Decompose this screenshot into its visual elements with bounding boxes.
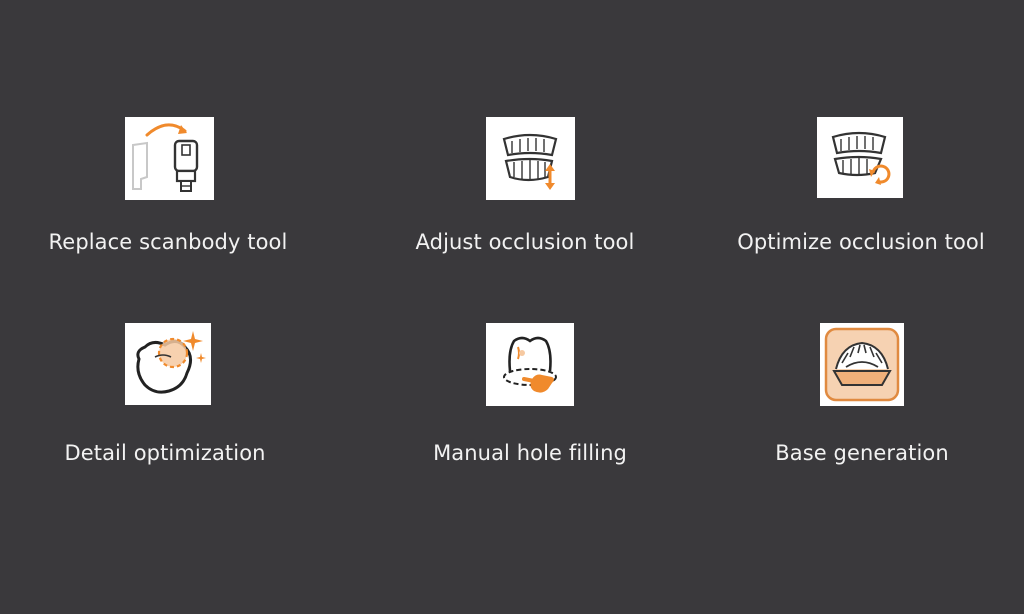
detail-optimization-icon: [136, 331, 206, 394]
tool-label-detail-optimization: Detail optimization: [64, 441, 266, 465]
tool-label-optimize-occlusion: Optimize occlusion tool: [737, 230, 985, 254]
tool-base-generation[interactable]: [820, 323, 904, 406]
tool-label-adjust-occlusion: Adjust occlusion tool: [415, 230, 635, 254]
replace-scanbody-icon: [132, 123, 199, 192]
manual-hole-filling-icon: [503, 336, 557, 393]
optimize-occlusion-icon: [831, 131, 891, 185]
tool-label-base-generation: Base generation: [775, 441, 949, 465]
base-generation-icon: [824, 327, 900, 402]
tool-adjust-occlusion[interactable]: [486, 117, 575, 200]
tool-optimize-occlusion[interactable]: [817, 117, 903, 198]
tool-manual-hole-filling[interactable]: [486, 323, 574, 406]
tool-label-manual-hole-filling: Manual hole filling: [433, 441, 627, 465]
tool-label-replace-scanbody: Replace scanbody tool: [48, 230, 288, 254]
adjust-occlusion-icon: [502, 133, 558, 190]
tool-replace-scanbody[interactable]: [125, 117, 214, 200]
tool-detail-optimization[interactable]: [125, 323, 211, 405]
